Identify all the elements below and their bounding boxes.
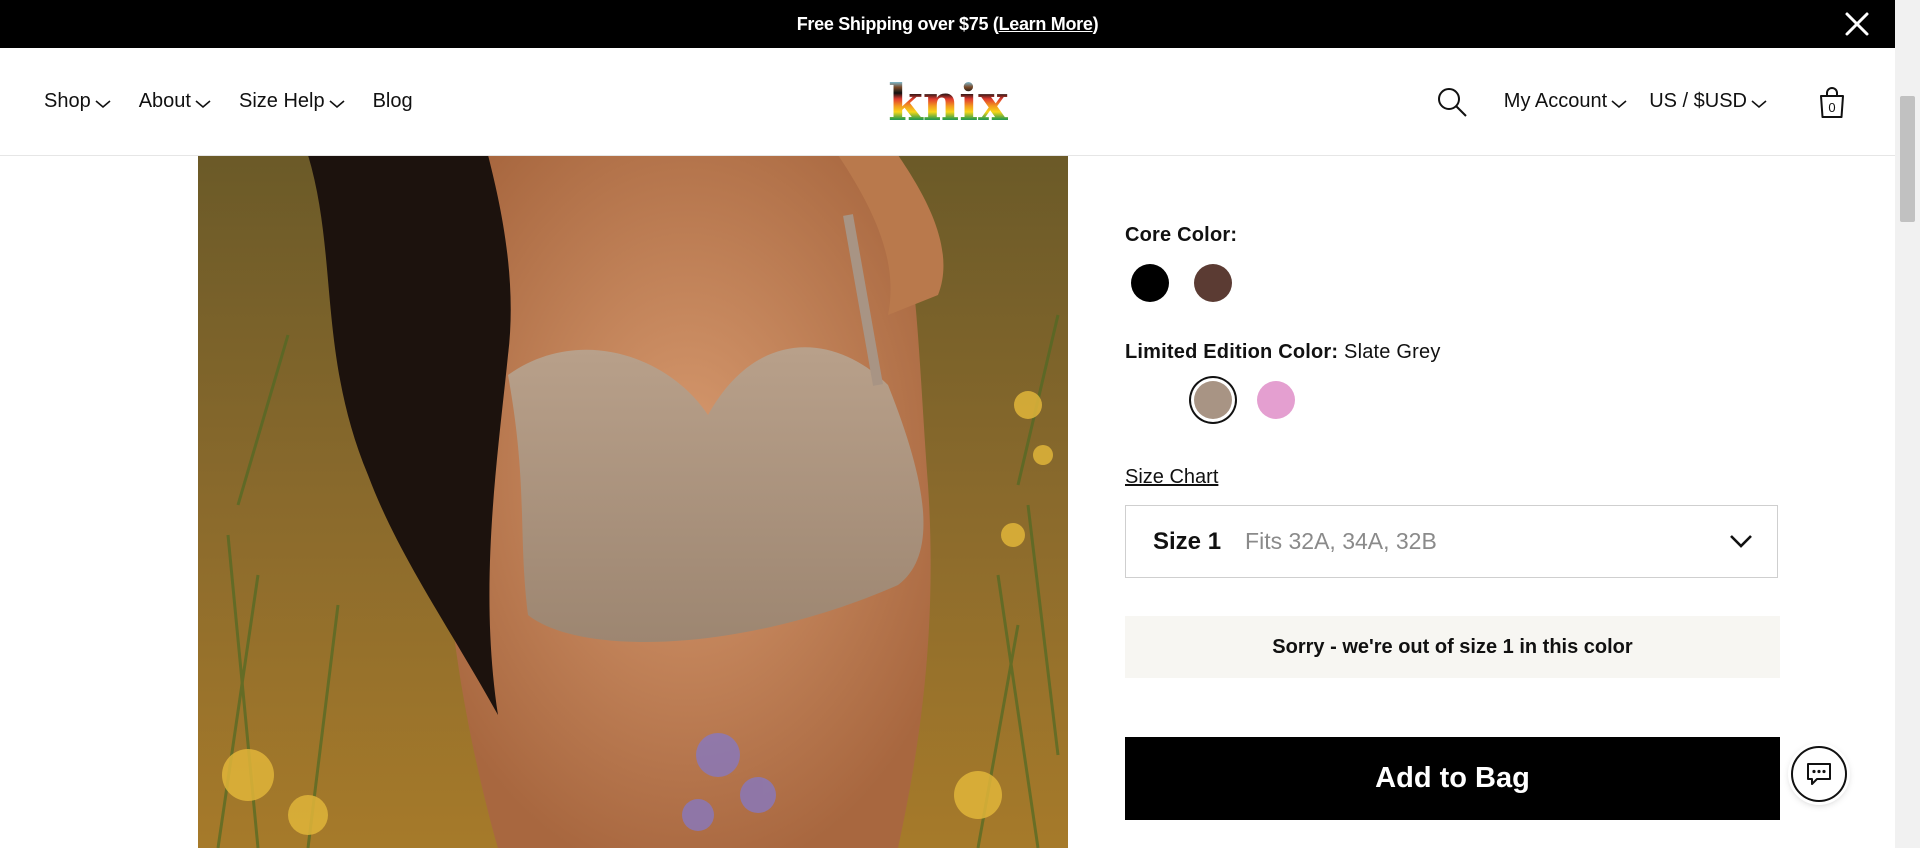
nav-label: About [138,90,191,112]
product-image[interactable] [198,155,1068,848]
main-nav: Shop About Size Help Blog [44,48,413,155]
size-fit: Fits 32A, 34A, 32B [1245,528,1437,554]
color-swatch-pink[interactable] [1257,381,1295,419]
page-scrollbar[interactable] [1895,0,1920,848]
size-name: Size 1 [1153,527,1222,555]
chevron-down-icon [329,99,345,108]
limited-color-row: Limited Edition Color: Slate Grey [1125,341,1441,364]
nav-label: Shop [44,90,91,112]
nav-label: Blog [372,90,413,112]
announcement-suffix: ) [1092,13,1099,34]
utility-nav: My Account US / $USD 0 [1436,48,1847,155]
color-swatch-slate-grey[interactable] [1194,381,1232,419]
size-select[interactable]: Size 1 Fits 32A, 34A, 32B [1125,505,1778,578]
chevron-down-icon [95,99,111,108]
chat-button[interactable] [1791,746,1847,802]
add-to-bag-button[interactable]: Add to Bag [1125,737,1780,820]
my-account-menu[interactable]: My Account [1504,90,1627,113]
nav-item-shop[interactable]: Shop [44,90,111,113]
shopping-bag-icon[interactable]: 0 [1817,85,1847,119]
limited-color-label: Limited Edition Color: [1125,341,1339,363]
size-chart-link[interactable]: Size Chart [1125,466,1218,489]
announcement-text: Free Shipping over $75 ( [796,13,999,34]
close-icon[interactable] [1843,10,1871,38]
core-color-label: Core Color: [1125,224,1238,246]
knix-logo[interactable]: knix [888,74,1008,130]
chevron-down-icon [1730,535,1752,548]
logo-text: knix [888,74,1008,130]
chevron-down-icon [1611,99,1627,108]
color-swatch-espresso[interactable] [1194,264,1232,302]
limited-color-selected: Slate Grey [1344,341,1441,363]
locale-selector[interactable]: US / $USD [1649,90,1767,113]
nav-item-blog[interactable]: Blog [373,90,413,113]
site-header: Shop About Size Help Blog knix My Accoun… [0,48,1895,156]
search-icon[interactable] [1436,86,1468,118]
color-swatch-black[interactable] [1131,264,1169,302]
learn-more-link[interactable]: Learn More [999,14,1093,35]
chevron-down-icon [195,99,211,108]
bag-count: 0 [1828,100,1835,115]
nav-label: Size Help [238,90,325,112]
core-color-row: Core Color: [1125,224,1237,247]
chat-icon [1807,763,1831,785]
nav-item-about[interactable]: About [139,90,211,113]
nav-item-size-help[interactable]: Size Help [239,90,345,113]
product-photo [198,155,1068,848]
my-account-label: My Account [1503,90,1608,112]
announcement-bar: Free Shipping over $75 (Learn More) [0,0,1895,48]
locale-label: US / $USD [1649,90,1747,112]
scrollbar-thumb[interactable] [1900,96,1915,222]
out-of-stock-notice: Sorry - we're out of size 1 in this colo… [1125,616,1780,678]
chevron-down-icon [1751,99,1767,108]
